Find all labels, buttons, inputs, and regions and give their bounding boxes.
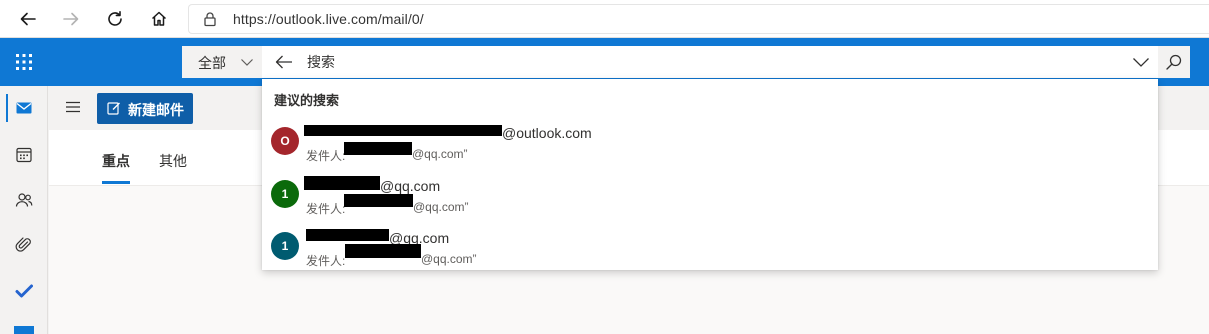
suggestion-address: @qq.com xyxy=(380,178,441,194)
from-label: 发件人: xyxy=(306,149,346,163)
mail-icon xyxy=(16,102,32,114)
reload-button[interactable] xyxy=(101,5,129,33)
back-button[interactable] xyxy=(14,5,42,33)
hamburger-menu-icon[interactable] xyxy=(65,100,81,114)
arrow-left-icon xyxy=(20,12,36,26)
search-scope-dropdown[interactable]: 全部 xyxy=(182,46,262,78)
left-rail xyxy=(0,86,48,334)
avatar: 1 xyxy=(271,232,299,260)
redacted-text xyxy=(344,194,413,207)
redacted-text xyxy=(304,176,380,190)
rail-item-mail[interactable] xyxy=(0,86,48,130)
home-icon xyxy=(151,11,167,26)
tab-focused[interactable]: 重点 xyxy=(102,151,130,171)
avatar: 1 xyxy=(271,180,299,208)
reload-icon xyxy=(108,11,122,26)
forward-button[interactable] xyxy=(57,5,85,33)
lock-icon xyxy=(204,12,216,27)
compose-icon xyxy=(107,102,120,115)
new-mail-label: 新建邮件 xyxy=(128,102,184,118)
from-address: @qq.com” xyxy=(412,147,468,161)
redacted-text xyxy=(344,142,412,155)
suggestion-address: @outlook.com xyxy=(502,125,592,141)
search-suggestions-dropdown: 建议的搜索 O @outlook.com 发件人: @qq.com” 1 @qq… xyxy=(262,79,1158,270)
from-address: @qq.com” xyxy=(421,252,477,266)
todo-icon xyxy=(15,284,33,298)
suggestion-item[interactable]: O @outlook.com 发件人: @qq.com” xyxy=(262,120,1158,170)
suggestion-item[interactable]: 1 @qq.com 发件人: @qq.com” xyxy=(262,225,1158,275)
search-scope-label: 全部 xyxy=(198,55,226,71)
rail-item-partial xyxy=(14,326,34,334)
tab-active-indicator xyxy=(102,181,130,184)
search-options-chevron-icon[interactable] xyxy=(1132,55,1150,69)
rail-item-people[interactable] xyxy=(0,178,48,222)
people-icon xyxy=(15,193,33,207)
from-label: 发件人: xyxy=(306,202,346,216)
redacted-text xyxy=(306,229,389,241)
address-bar[interactable]: https://outlook.live.com/mail/0/ xyxy=(188,4,1209,34)
search-box: 全部 xyxy=(182,46,1190,78)
redacted-text xyxy=(345,244,421,258)
redacted-text xyxy=(304,125,502,136)
attachment-icon xyxy=(15,237,31,252)
search-button[interactable] xyxy=(1158,46,1190,78)
suggestions-heading: 建议的搜索 xyxy=(274,93,340,108)
new-mail-button[interactable]: 新建邮件 xyxy=(97,93,193,124)
browser-toolbar: https://outlook.live.com/mail/0/ xyxy=(0,0,1209,38)
from-address: @qq.com” xyxy=(413,200,469,214)
app-launcher-icon[interactable] xyxy=(14,52,34,72)
calendar-icon xyxy=(16,147,32,163)
chevron-down-icon xyxy=(241,59,253,66)
arrow-right-icon xyxy=(63,12,79,26)
search-icon xyxy=(1166,54,1182,70)
rail-item-files[interactable] xyxy=(0,223,48,267)
tab-other[interactable]: 其他 xyxy=(159,151,187,171)
rail-item-calendar[interactable] xyxy=(0,133,48,177)
rail-item-todo[interactable] xyxy=(0,269,48,313)
from-label: 发件人: xyxy=(306,254,346,268)
search-input[interactable] xyxy=(307,52,1127,72)
url-text: https://outlook.live.com/mail/0/ xyxy=(233,11,424,27)
back-arrow-icon[interactable] xyxy=(275,54,293,70)
suggestion-item[interactable]: 1 @qq.com 发件人: @qq.com” xyxy=(262,173,1158,223)
home-button[interactable] xyxy=(145,5,173,33)
avatar: O xyxy=(271,127,299,155)
